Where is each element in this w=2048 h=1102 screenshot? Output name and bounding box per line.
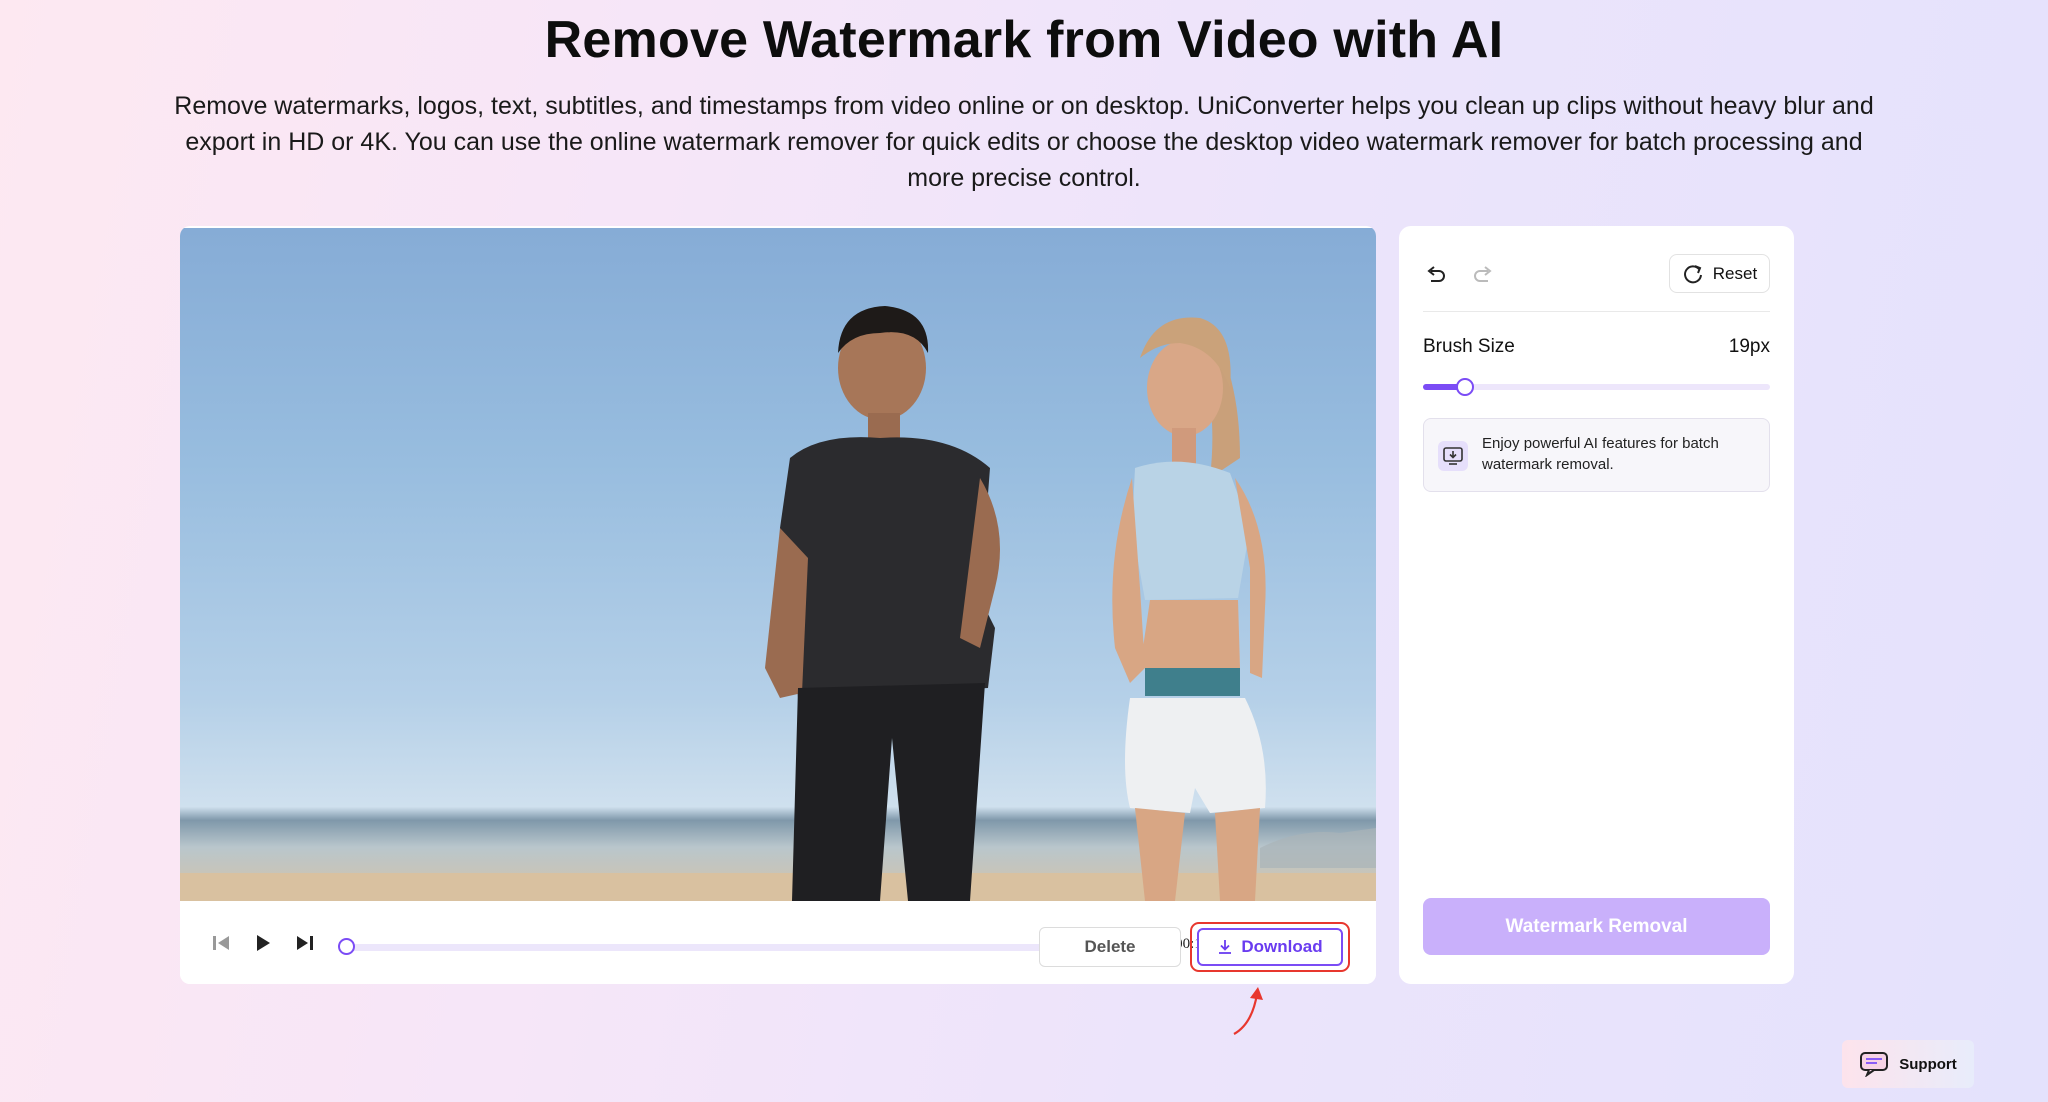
chat-icon bbox=[1860, 1052, 1889, 1077]
video-frame-illustration bbox=[180, 306, 1376, 901]
delete-button[interactable]: Delete bbox=[1039, 927, 1181, 967]
support-label: Support bbox=[1899, 1055, 1957, 1073]
annotation-arrow-icon bbox=[1233, 987, 1263, 1035]
woman-figure bbox=[1112, 317, 1266, 901]
page-title: Remove Watermark from Video with AI bbox=[544, 11, 1504, 69]
undo-icon[interactable] bbox=[1421, 260, 1451, 290]
download-icon bbox=[1219, 940, 1232, 954]
promo-text: Enjoy powerful AI features for batch wat… bbox=[1482, 435, 1719, 473]
download-highlight-box: Download bbox=[1190, 922, 1350, 972]
reset-button[interactable]: Reset bbox=[1669, 254, 1770, 293]
brush-size-slider-handle[interactable] bbox=[1455, 378, 1474, 396]
download-button-label: Download bbox=[1241, 937, 1323, 956]
reset-label: Reset bbox=[1712, 263, 1758, 283]
settings-panel: Reset Brush Size 19px Enjoy powerful AI … bbox=[1399, 226, 1794, 984]
timeline-track[interactable] bbox=[340, 944, 1062, 951]
panel-divider bbox=[1423, 311, 1770, 312]
watermark-removal-button[interactable]: Watermark Removal bbox=[1423, 898, 1770, 955]
redo-icon[interactable] bbox=[1468, 260, 1498, 290]
support-button[interactable]: Support bbox=[1842, 1040, 1974, 1088]
video-editor: 00:00:00 / 00:00:14 Delete Download bbox=[180, 226, 1376, 984]
player-controls: 00:00:00 / 00:00:14 Delete Download bbox=[180, 902, 1376, 984]
video-preview[interactable] bbox=[180, 228, 1376, 901]
prev-frame-icon[interactable] bbox=[206, 928, 236, 958]
page-description: Remove watermarks, logos, text, subtitle… bbox=[174, 92, 1874, 192]
batch-promo-card[interactable]: Enjoy powerful AI features for batch wat… bbox=[1423, 418, 1770, 492]
brush-size-value: 19px bbox=[1728, 336, 1770, 357]
brush-size-slider[interactable] bbox=[1423, 384, 1770, 390]
timeline-playhead[interactable] bbox=[338, 938, 355, 955]
play-icon[interactable] bbox=[247, 928, 277, 958]
download-button[interactable]: Download bbox=[1197, 928, 1343, 966]
next-frame-icon[interactable] bbox=[290, 928, 320, 958]
reset-icon bbox=[1683, 264, 1702, 283]
desktop-download-icon bbox=[1438, 441, 1468, 471]
brush-size-label: Brush Size bbox=[1423, 336, 1515, 357]
man-figure bbox=[765, 306, 1000, 901]
